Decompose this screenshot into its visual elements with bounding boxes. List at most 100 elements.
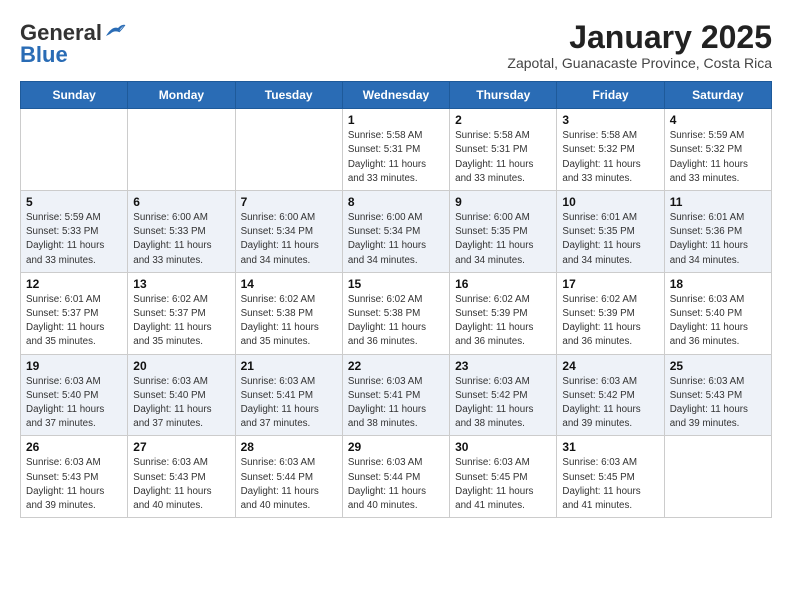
- day-number: 8: [348, 195, 444, 209]
- day-number: 25: [670, 359, 766, 373]
- day-info: Sunrise: 5:59 AMSunset: 5:32 PMDaylight:…: [670, 129, 766, 186]
- day-number: 28: [241, 440, 337, 454]
- calendar-empty-cell: [235, 109, 342, 191]
- day-info: Sunrise: 6:02 AMSunset: 5:39 PMDaylight:…: [562, 293, 658, 350]
- day-info: Sunrise: 6:03 AMSunset: 5:40 PMDaylight:…: [670, 293, 766, 350]
- weekday-header-wednesday: Wednesday: [342, 82, 449, 109]
- day-info: Sunrise: 6:03 AMSunset: 5:41 PMDaylight:…: [241, 375, 337, 432]
- calendar-day-cell: 30 Sunrise: 6:03 AMSunset: 5:45 PMDayligh…: [450, 436, 557, 518]
- calendar-day-cell: 15Sunrise: 6:02 AMSunset: 5:38 PMDayligh…: [342, 272, 449, 354]
- calendar-day-cell: 21 Sunrise: 6:03 AMSunset: 5:41 PMDayligh…: [235, 354, 342, 436]
- day-number: 9: [455, 195, 551, 209]
- calendar-day-cell: 12Sunrise: 6:01 AMSunset: 5:37 PMDayligh…: [21, 272, 128, 354]
- day-info: Sunrise: 6:03 AMSunset: 5:43 PMDaylight:…: [670, 375, 766, 432]
- calendar-week-row: 26Sunrise: 6:03 AMSunset: 5:43 PMDayligh…: [21, 436, 772, 518]
- day-number: 2: [455, 113, 551, 127]
- day-number: 4: [670, 113, 766, 127]
- calendar-week-row: 5 Sunrise: 5:59 AMSunset: 5:33 PMDaylight…: [21, 191, 772, 273]
- day-number: 20: [133, 359, 229, 373]
- calendar-day-cell: 4 Sunrise: 5:59 AMSunset: 5:32 PMDaylight…: [664, 109, 771, 191]
- calendar-day-cell: 9 Sunrise: 6:00 AMSunset: 5:35 PMDaylight…: [450, 191, 557, 273]
- calendar-day-cell: 24 Sunrise: 6:03 AMSunset: 5:42 PMDayligh…: [557, 354, 664, 436]
- day-info: Sunrise: 5:58 AMSunset: 5:32 PMDaylight:…: [562, 129, 658, 186]
- day-info: Sunrise: 6:03 AMSunset: 5:44 PMDaylight:…: [348, 456, 444, 513]
- calendar-day-cell: 22 Sunrise: 6:03 AMSunset: 5:41 PMDayligh…: [342, 354, 449, 436]
- weekday-header-friday: Friday: [557, 82, 664, 109]
- day-info: Sunrise: 6:02 AMSunset: 5:37 PMDaylight:…: [133, 293, 229, 350]
- day-info: Sunrise: 6:02 AMSunset: 5:39 PMDaylight:…: [455, 293, 551, 350]
- day-info: Sunrise: 6:03 AMSunset: 5:45 PMDaylight:…: [562, 456, 658, 513]
- day-number: 19: [26, 359, 122, 373]
- weekday-header-thursday: Thursday: [450, 82, 557, 109]
- day-number: 5: [26, 195, 122, 209]
- calendar-day-cell: 25 Sunrise: 6:03 AMSunset: 5:43 PMDayligh…: [664, 354, 771, 436]
- day-number: 1: [348, 113, 444, 127]
- day-number: 22: [348, 359, 444, 373]
- day-info: Sunrise: 6:03 AMSunset: 5:40 PMDaylight:…: [133, 375, 229, 432]
- day-info: Sunrise: 6:00 AMSunset: 5:34 PMDaylight:…: [241, 211, 337, 268]
- weekday-header-monday: Monday: [128, 82, 235, 109]
- day-info: Sunrise: 6:00 AMSunset: 5:35 PMDaylight:…: [455, 211, 551, 268]
- calendar-day-cell: 23 Sunrise: 6:03 AMSunset: 5:42 PMDayligh…: [450, 354, 557, 436]
- day-number: 7: [241, 195, 337, 209]
- calendar-day-cell: 14 Sunrise: 6:02 AMSunset: 5:38 PMDayligh…: [235, 272, 342, 354]
- location: Zapotal, Guanacaste Province, Costa Rica: [507, 55, 772, 71]
- day-number: 23: [455, 359, 551, 373]
- calendar-empty-cell: [664, 436, 771, 518]
- weekday-header-sunday: Sunday: [21, 82, 128, 109]
- day-number: 24: [562, 359, 658, 373]
- title-block: January 2025 Zapotal, Guanacaste Provinc…: [507, 20, 772, 71]
- day-info: Sunrise: 6:01 AMSunset: 5:36 PMDaylight:…: [670, 211, 766, 268]
- day-number: 14: [241, 277, 337, 291]
- day-info: Sunrise: 6:03 AMSunset: 5:42 PMDaylight:…: [562, 375, 658, 432]
- logo: General Blue: [20, 20, 126, 68]
- calendar-week-row: 19 Sunrise: 6:03 AMSunset: 5:40 PMDayligh…: [21, 354, 772, 436]
- weekday-header-tuesday: Tuesday: [235, 82, 342, 109]
- day-info: Sunrise: 6:03 AMSunset: 5:41 PMDaylight:…: [348, 375, 444, 432]
- page-header: General Blue January 2025 Zapotal, Guana…: [20, 20, 772, 71]
- day-number: 18: [670, 277, 766, 291]
- calendar-day-cell: 16Sunrise: 6:02 AMSunset: 5:39 PMDayligh…: [450, 272, 557, 354]
- calendar-day-cell: 10 Sunrise: 6:01 AMSunset: 5:35 PMDayligh…: [557, 191, 664, 273]
- day-info: Sunrise: 6:00 AMSunset: 5:33 PMDaylight:…: [133, 211, 229, 268]
- day-number: 13: [133, 277, 229, 291]
- day-number: 21: [241, 359, 337, 373]
- calendar-table: SundayMondayTuesdayWednesdayThursdayFrid…: [20, 81, 772, 518]
- calendar-empty-cell: [128, 109, 235, 191]
- calendar-header-row: SundayMondayTuesdayWednesdayThursdayFrid…: [21, 82, 772, 109]
- calendar-day-cell: 6 Sunrise: 6:00 AMSunset: 5:33 PMDaylight…: [128, 191, 235, 273]
- day-info: Sunrise: 6:03 AMSunset: 5:42 PMDaylight:…: [455, 375, 551, 432]
- day-info: Sunrise: 5:59 AMSunset: 5:33 PMDaylight:…: [26, 211, 122, 268]
- day-number: 6: [133, 195, 229, 209]
- day-number: 12: [26, 277, 122, 291]
- day-info: Sunrise: 6:03 AMSunset: 5:44 PMDaylight:…: [241, 456, 337, 513]
- calendar-day-cell: 31 Sunrise: 6:03 AMSunset: 5:45 PMDayligh…: [557, 436, 664, 518]
- calendar-day-cell: 28 Sunrise: 6:03 AMSunset: 5:44 PMDayligh…: [235, 436, 342, 518]
- day-number: 30: [455, 440, 551, 454]
- day-info: Sunrise: 6:03 AMSunset: 5:40 PMDaylight:…: [26, 375, 122, 432]
- calendar-week-row: 12Sunrise: 6:01 AMSunset: 5:37 PMDayligh…: [21, 272, 772, 354]
- calendar-day-cell: 29 Sunrise: 6:03 AMSunset: 5:44 PMDayligh…: [342, 436, 449, 518]
- day-number: 15: [348, 277, 444, 291]
- calendar-day-cell: 20 Sunrise: 6:03 AMSunset: 5:40 PMDayligh…: [128, 354, 235, 436]
- calendar-day-cell: 7 Sunrise: 6:00 AMSunset: 5:34 PMDaylight…: [235, 191, 342, 273]
- weekday-header-saturday: Saturday: [664, 82, 771, 109]
- calendar-empty-cell: [21, 109, 128, 191]
- day-info: Sunrise: 6:03 AMSunset: 5:45 PMDaylight:…: [455, 456, 551, 513]
- logo-bird-icon: [104, 22, 126, 40]
- day-info: Sunrise: 6:00 AMSunset: 5:34 PMDaylight:…: [348, 211, 444, 268]
- day-number: 31: [562, 440, 658, 454]
- logo-blue: Blue: [20, 42, 68, 68]
- day-info: Sunrise: 6:02 AMSunset: 5:38 PMDaylight:…: [241, 293, 337, 350]
- day-number: 26: [26, 440, 122, 454]
- day-number: 10: [562, 195, 658, 209]
- calendar-day-cell: 8 Sunrise: 6:00 AMSunset: 5:34 PMDaylight…: [342, 191, 449, 273]
- month-year: January 2025: [507, 20, 772, 55]
- day-number: 29: [348, 440, 444, 454]
- calendar-day-cell: 5 Sunrise: 5:59 AMSunset: 5:33 PMDaylight…: [21, 191, 128, 273]
- calendar-day-cell: 3Sunrise: 5:58 AMSunset: 5:32 PMDaylight…: [557, 109, 664, 191]
- calendar-day-cell: 18 Sunrise: 6:03 AMSunset: 5:40 PMDayligh…: [664, 272, 771, 354]
- calendar-day-cell: 2Sunrise: 5:58 AMSunset: 5:31 PMDaylight…: [450, 109, 557, 191]
- calendar-day-cell: 26Sunrise: 6:03 AMSunset: 5:43 PMDayligh…: [21, 436, 128, 518]
- day-info: Sunrise: 6:01 AMSunset: 5:35 PMDaylight:…: [562, 211, 658, 268]
